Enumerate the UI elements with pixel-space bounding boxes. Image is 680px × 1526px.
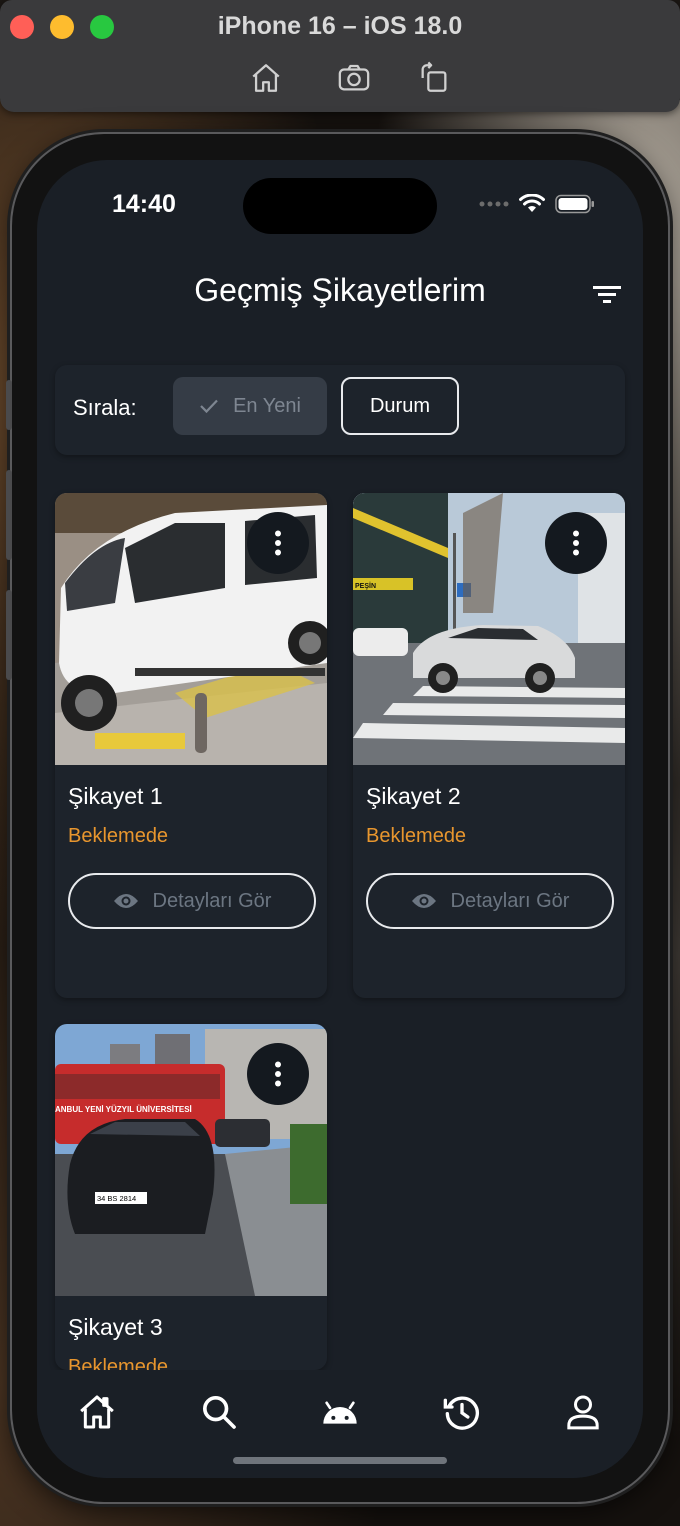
nav-history[interactable] — [440, 1390, 484, 1434]
status-icons — [479, 192, 595, 216]
screenshot-icon[interactable] — [334, 58, 374, 98]
home-icon[interactable] — [246, 58, 286, 98]
android-icon — [323, 1401, 357, 1424]
more-vert-icon — [275, 530, 281, 556]
sort-label: Sırala: — [73, 395, 137, 420]
simulator-title: iPhone 16 – iOS 18.0 — [217, 12, 463, 40]
complaint-card[interactable]: Şikayet 1 Beklemede Detayları Gör — [55, 493, 327, 998]
volume-down-button — [6, 590, 12, 680]
complaint-title: Şikayet 1 — [68, 783, 163, 809]
dynamic-island — [243, 178, 437, 234]
action-button — [6, 380, 12, 430]
search-icon — [203, 1396, 236, 1429]
nav-android[interactable] — [318, 1390, 362, 1434]
eye-icon — [411, 894, 436, 908]
signal-icon — [479, 201, 509, 207]
nav-search[interactable] — [197, 1390, 241, 1434]
home-indicator — [233, 1457, 447, 1464]
sort-chip-status[interactable]: Durum — [341, 377, 459, 435]
more-options-button[interactable] — [247, 1043, 309, 1105]
complaint-status: Beklemede — [366, 825, 467, 847]
view-details-label: Detayları Gör — [152, 889, 272, 912]
battery-icon — [555, 194, 594, 214]
sort-chip-newest-label: En Yeni — [233, 394, 301, 417]
more-options-button[interactable] — [247, 512, 309, 574]
photo-plate-text: 34 BS 2814 — [97, 1194, 136, 1203]
sort-bar: Sırala: En Yeni Durum — [55, 365, 625, 455]
complaint-title: Şikayet 2 — [366, 783, 461, 809]
sort-chip-newest[interactable]: En Yeni — [173, 377, 327, 435]
page-title: Geçmiş Şikayetlerim — [194, 272, 486, 308]
simulator-titlebar: iPhone 16 – iOS 18.0 — [0, 0, 680, 112]
complaint-status: Beklemede — [68, 825, 169, 847]
rotate-icon[interactable] — [414, 58, 454, 98]
view-details-button[interactable]: Detayları Gör — [68, 873, 316, 929]
sort-chip-status-label: Durum — [369, 394, 430, 417]
eye-icon — [113, 894, 138, 908]
volume-up-button — [6, 470, 12, 560]
more-options-button[interactable] — [545, 512, 607, 574]
check-icon — [200, 399, 218, 414]
complaint-status: Beklemede — [68, 1356, 169, 1370]
view-details-button[interactable]: Detayları Gör — [366, 873, 614, 929]
app-screen: 14:40 Geçmiş Şikayetlerim Sırala: En Yen… — [37, 160, 643, 1478]
complaint-card[interactable]: ANBUL YENİ YÜZYIL ÜNİVERSİTESİ 34 BS 281… — [55, 1024, 327, 1370]
complaint-card[interactable]: PEŞİN Şikayet 2 Beklemede Detayları Gör — [353, 493, 625, 998]
more-vert-icon — [573, 530, 579, 556]
status-time: 14:40 — [112, 190, 176, 218]
history-icon — [443, 1396, 479, 1430]
more-vert-icon — [275, 1061, 281, 1087]
view-details-label: Detayları Gör — [450, 889, 570, 912]
complaint-title: Şikayet 3 — [68, 1314, 163, 1340]
nav-profile[interactable] — [561, 1390, 605, 1434]
photo-sign-text: PEŞİN — [355, 582, 376, 590]
home-icon — [80, 1395, 114, 1429]
photo-bus-text: ANBUL YENİ YÜZYIL ÜNİVERSİTESİ — [55, 1105, 192, 1114]
nav-home[interactable] — [75, 1390, 119, 1434]
filter-list-icon[interactable] — [591, 278, 623, 310]
profile-icon — [567, 1395, 599, 1430]
wifi-icon — [519, 194, 545, 212]
